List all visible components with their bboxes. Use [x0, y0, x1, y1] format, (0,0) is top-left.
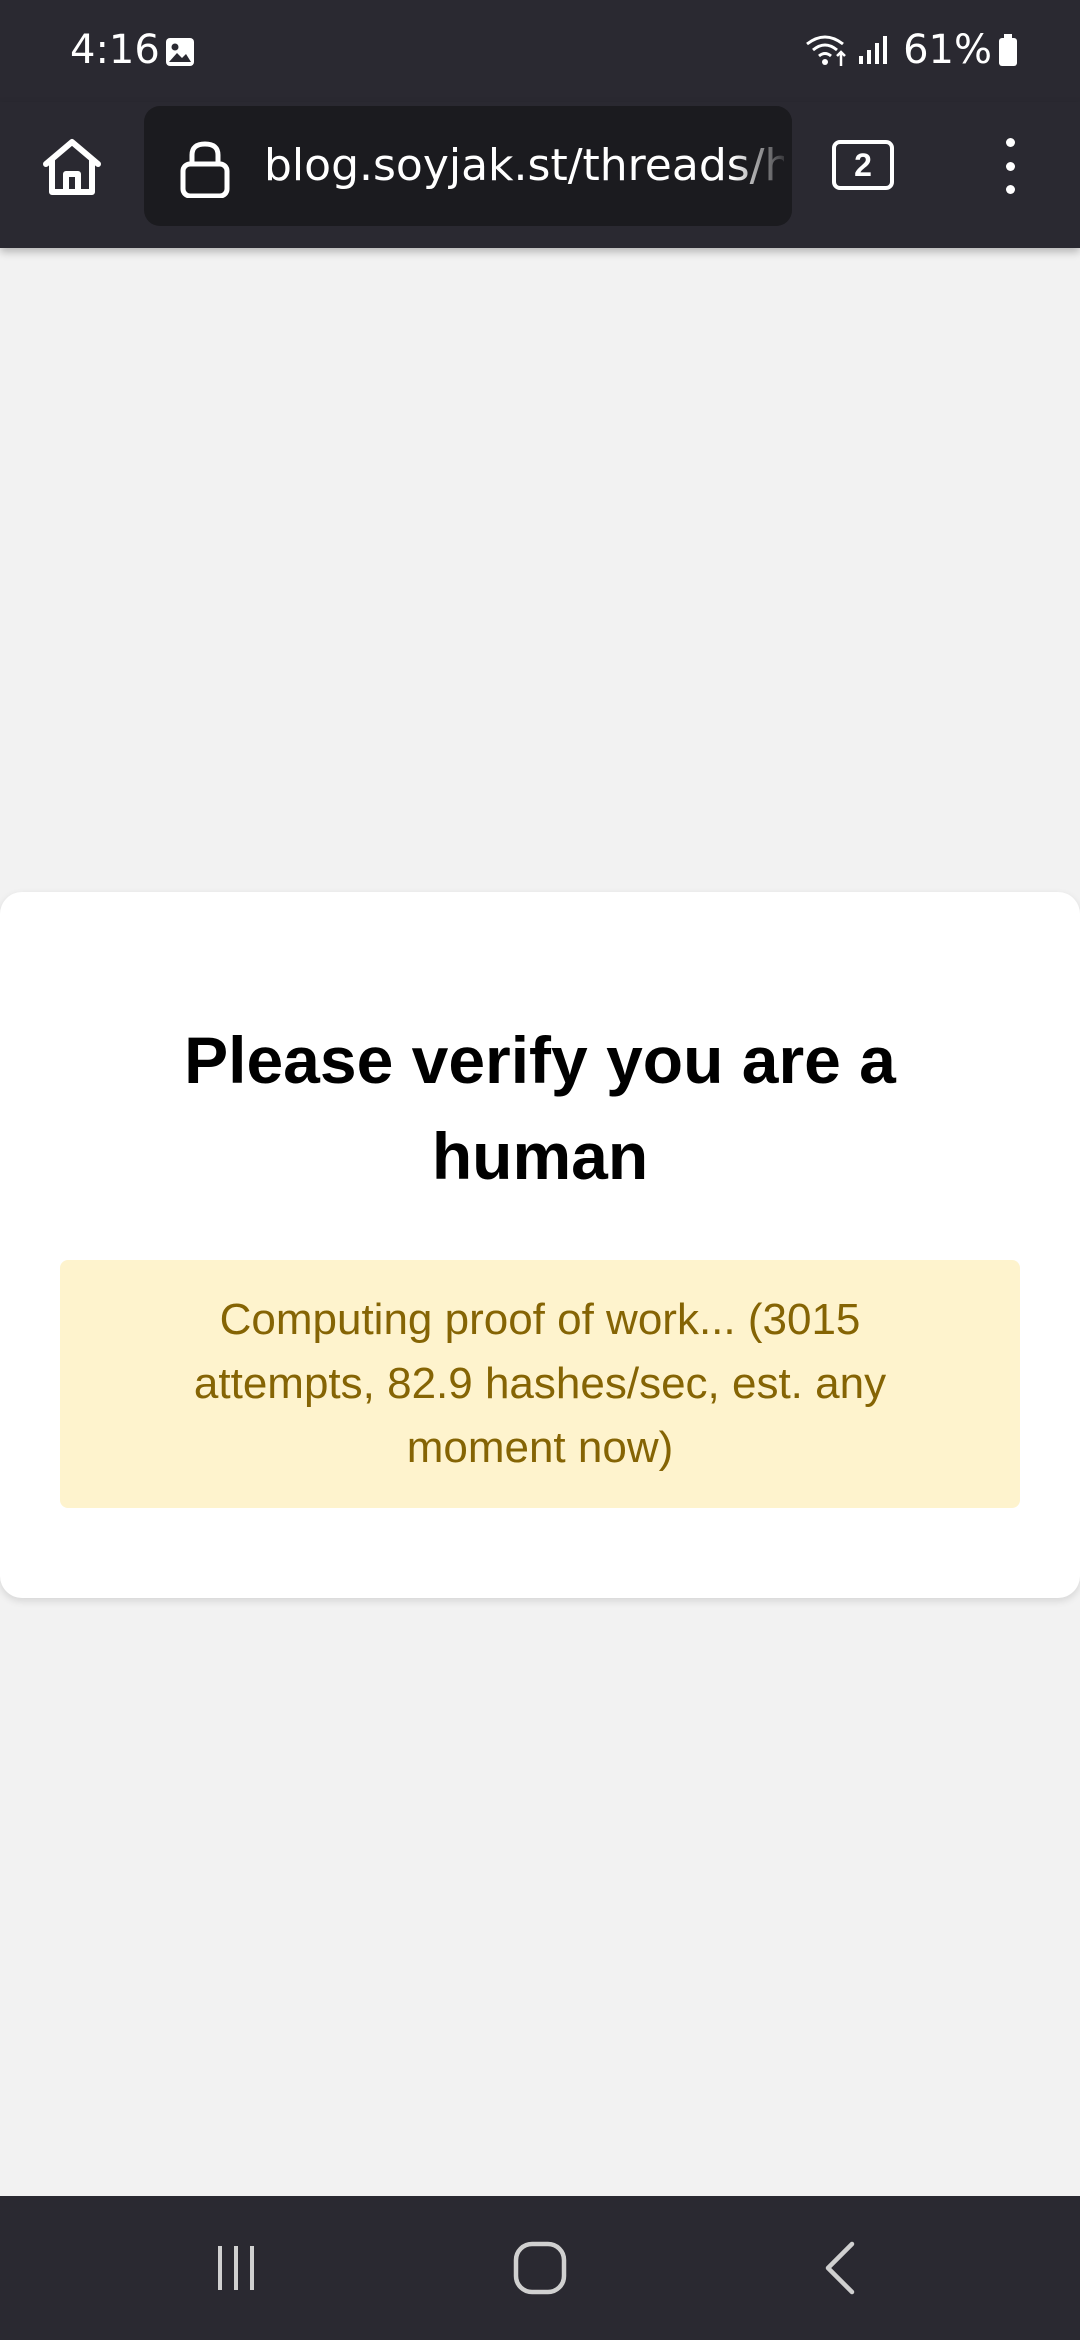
- url-fade: [732, 106, 792, 226]
- page-title: Please verify you are a human: [184, 1023, 896, 1193]
- browser-toolbar: blog.soyjak.st/threads/how 2: [0, 102, 1080, 248]
- url-text: blog.soyjak.st/threads/how: [264, 140, 784, 191]
- battery-percent: 61%: [903, 27, 992, 73]
- status-message: Computing proof of work... (3015 attempt…: [193, 1295, 887, 1472]
- navigation-bar: [0, 2196, 1080, 2340]
- home-nav-button[interactable]: [490, 2218, 590, 2318]
- battery-icon: [999, 34, 1017, 66]
- home-nav-icon: [513, 2241, 567, 2295]
- photo-icon: [166, 38, 194, 66]
- status-bar: 4:16 61%: [0, 0, 1080, 102]
- more-options-button[interactable]: [990, 134, 1030, 198]
- back-button[interactable]: [792, 2218, 892, 2318]
- status-time: 4:16: [70, 27, 160, 73]
- back-icon: [825, 2241, 855, 2295]
- lock-icon: [180, 141, 230, 198]
- wifi-icon: [806, 35, 846, 66]
- verification-card: Please verify you are a human Computing …: [0, 892, 1080, 1598]
- home-icon: [43, 139, 101, 195]
- tabs-button[interactable]: 2: [832, 140, 894, 190]
- tab-count: 2: [854, 146, 872, 183]
- more-vert-icon: [1005, 138, 1015, 147]
- home-button[interactable]: [32, 126, 112, 206]
- signal-icon: [859, 36, 888, 64]
- url-bar[interactable]: blog.soyjak.st/threads/how: [144, 106, 792, 226]
- recent-apps-button[interactable]: [186, 2218, 286, 2318]
- status-indicators: 61%: [805, 26, 1018, 74]
- status-box: Computing proof of work... (3015 attempt…: [60, 1260, 1020, 1508]
- recent-apps-icon: [218, 2246, 254, 2290]
